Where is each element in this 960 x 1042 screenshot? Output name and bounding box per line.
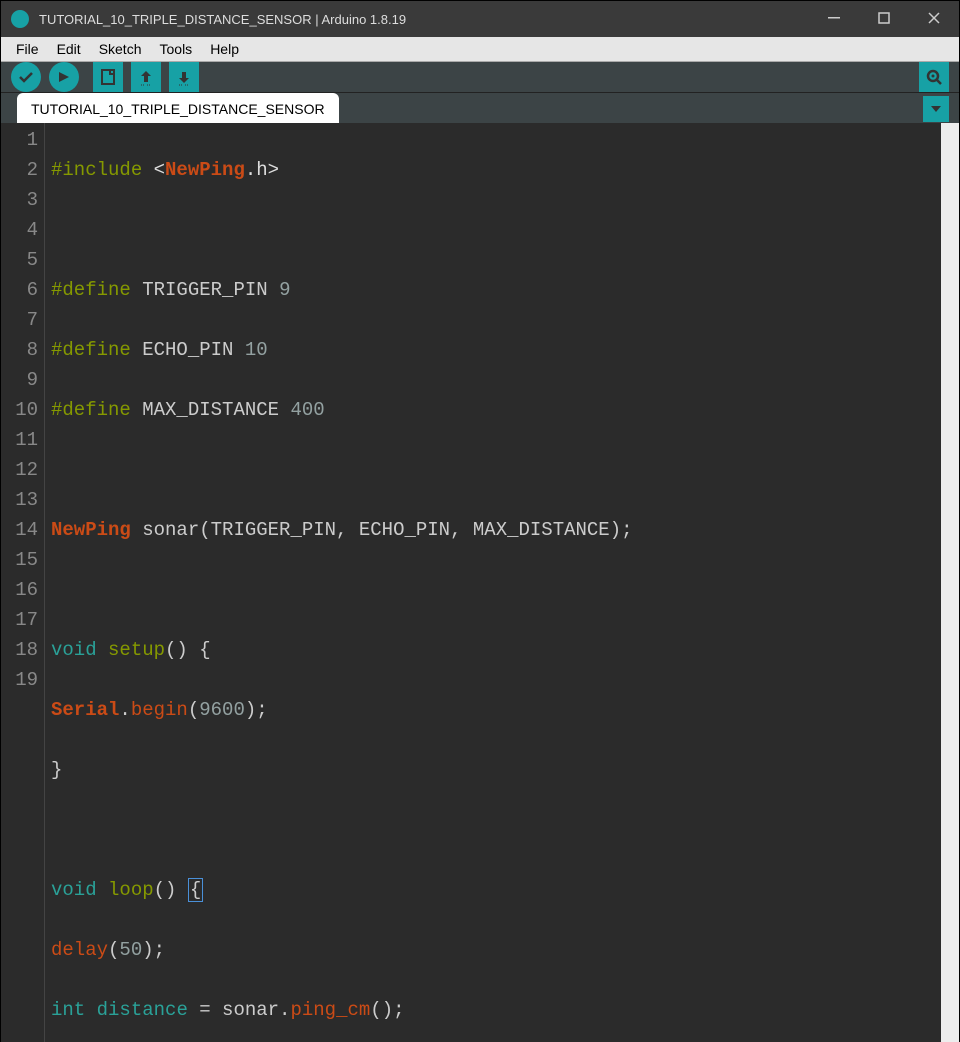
- line-number: 1: [1, 125, 44, 155]
- line-number: 11: [1, 425, 44, 455]
- line-number: 13: [1, 485, 44, 515]
- code-area[interactable]: #include <NewPing.h> #define TRIGGER_PIN…: [45, 123, 941, 1042]
- line-number: 4: [1, 215, 44, 245]
- line-number: 15: [1, 545, 44, 575]
- tabbar: TUTORIAL_10_TRIPLE_DISTANCE_SENSOR: [1, 92, 959, 123]
- line-number: 16: [1, 575, 44, 605]
- line-number: 8: [1, 335, 44, 365]
- menu-sketch[interactable]: Sketch: [90, 37, 151, 61]
- line-number: 17: [1, 605, 44, 635]
- editor-vertical-scrollbar[interactable]: [941, 123, 959, 1042]
- line-number: 19: [1, 665, 44, 695]
- menu-tools[interactable]: Tools: [151, 37, 202, 61]
- line-number: 6: [1, 275, 44, 305]
- upload-button[interactable]: [49, 62, 79, 92]
- window-title: TUTORIAL_10_TRIPLE_DISTANCE_SENSOR | Ard…: [39, 12, 809, 27]
- arduino-logo-icon: [11, 10, 29, 28]
- toolbar: [1, 62, 959, 92]
- editor: 1 2 3 4 5 6 7 8 9 10 11 12 13 14 15 16 1…: [1, 123, 959, 1042]
- tab-menu-button[interactable]: [923, 96, 949, 122]
- menu-edit[interactable]: Edit: [48, 37, 90, 61]
- open-sketch-button[interactable]: [131, 62, 161, 92]
- gutter: 1 2 3 4 5 6 7 8 9 10 11 12 13 14 15 16 1…: [1, 123, 45, 1042]
- line-number: 10: [1, 395, 44, 425]
- menu-help[interactable]: Help: [201, 37, 248, 61]
- line-number: 14: [1, 515, 44, 545]
- menu-file[interactable]: File: [7, 37, 48, 61]
- save-sketch-button[interactable]: [169, 62, 199, 92]
- arduino-ide-window: TUTORIAL_10_TRIPLE_DISTANCE_SENSOR | Ard…: [0, 0, 960, 1042]
- line-number: 7: [1, 305, 44, 335]
- line-number: 12: [1, 455, 44, 485]
- maximize-button[interactable]: [859, 1, 909, 37]
- line-number: 2: [1, 155, 44, 185]
- line-number: 9: [1, 365, 44, 395]
- menubar: File Edit Sketch Tools Help: [1, 37, 959, 62]
- line-number: 5: [1, 245, 44, 275]
- serial-monitor-button[interactable]: [919, 62, 949, 92]
- sketch-tab[interactable]: TUTORIAL_10_TRIPLE_DISTANCE_SENSOR: [17, 93, 339, 123]
- line-number: 18: [1, 635, 44, 665]
- verify-button[interactable]: [11, 62, 41, 92]
- line-number: 3: [1, 185, 44, 215]
- minimize-button[interactable]: [809, 1, 859, 37]
- new-sketch-button[interactable]: [93, 62, 123, 92]
- titlebar: TUTORIAL_10_TRIPLE_DISTANCE_SENSOR | Ard…: [1, 1, 959, 37]
- close-button[interactable]: [909, 1, 959, 37]
